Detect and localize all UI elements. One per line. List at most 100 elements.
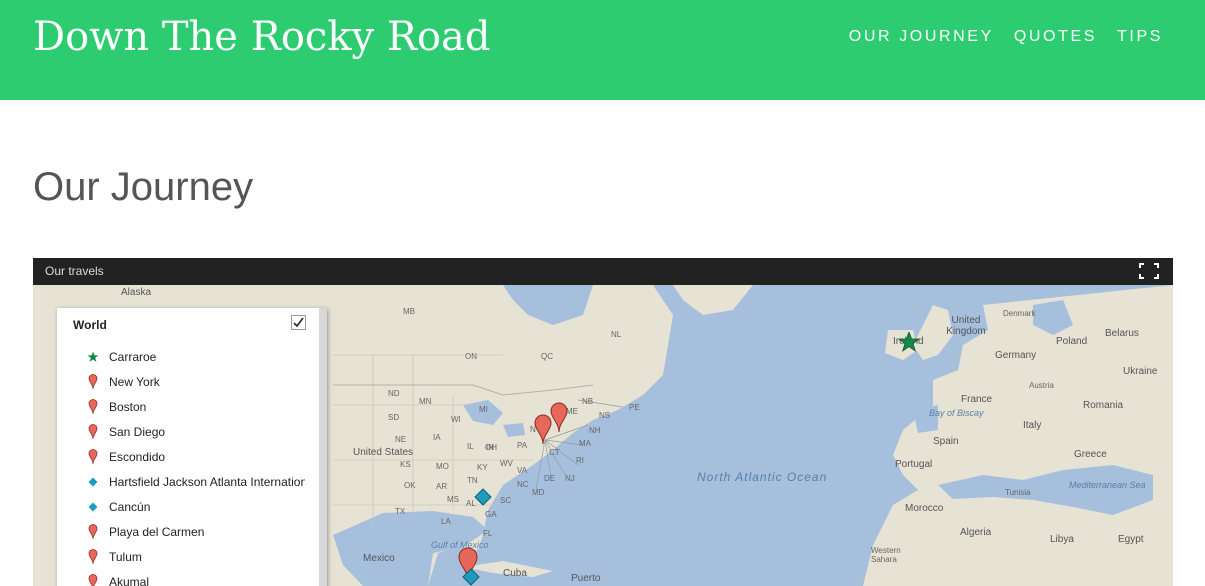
map-label-ukraine: Ukraine [1123,366,1158,377]
map-title-bar: Our travels [33,258,1173,285]
map-label-nd: ND [388,389,400,398]
map-label-mb: MB [403,307,415,316]
pin-icon [85,573,101,586]
map-label-oh: OH [485,443,497,452]
legend-item-playa-del-carmen[interactable]: Playa del Carmen [85,519,305,544]
map-title: Our travels [45,264,104,278]
legend-item-carraroe[interactable]: Carraroe [85,344,305,369]
map-label-tx: TX [395,507,406,516]
fullscreen-icon[interactable] [1139,263,1159,279]
map-label-western-sahara: Western Sahara [871,546,901,564]
map-label-algeria: Algeria [960,527,992,538]
map-label-nb: NB [582,397,594,406]
map-label-ri: RI [576,456,584,465]
map-label-tn: TN [467,476,478,485]
map-label-sd: SD [388,413,400,422]
map-label-libya: Libya [1050,534,1074,545]
map-label-austria: Austria [1029,381,1054,390]
legend-item-escondido[interactable]: Escondido [85,444,305,469]
nav-quotes[interactable]: QUOTES [1014,28,1097,46]
legend-item-label: New York [109,374,160,389]
legend-item-cancun[interactable]: Cancún [85,494,305,519]
map-label-greece: Greece [1074,449,1107,460]
legend-item-label: Hartsfield Jackson Atlanta International… [109,474,305,489]
map-label-alaska: Alaska [121,287,152,298]
pin-icon [85,548,101,566]
map-label-mi: MI [479,405,488,414]
legend-item-new-york[interactable]: New York [85,369,305,394]
legend-scrollbar[interactable] [319,308,327,586]
map-label-il: IL [467,442,474,451]
map-label-nj: NJ [565,474,575,483]
map-label-sc: SC [500,496,512,505]
map-label-germany: Germany [995,350,1037,361]
nav-our-journey[interactable]: OUR JOURNEY [849,28,994,46]
map-label-portugal: Portugal [895,459,933,470]
map-label-on: ON [465,352,477,361]
map-label-ks: KS [400,460,411,469]
diamond-icon [85,498,101,516]
map-label-de: DE [544,474,556,483]
map-label-cuba: Cuba [503,568,527,579]
map-label-ky: KY [477,463,488,472]
page-title: Our Journey [33,165,254,209]
legend-title: World [73,318,107,332]
map-label-qc: QC [541,352,553,361]
pin-icon [85,398,101,416]
map-label-ns: NS [599,411,611,420]
legend-item-label: Carraroe [109,349,157,364]
map-label-ga: GA [485,510,497,519]
carraroe-star-marker[interactable] [898,332,920,352]
map-label-bay-of-biscay: Bay of Biscay [929,408,984,418]
map-label-wv: WV [500,459,513,468]
pin-icon [85,423,101,441]
map-label-morocco: Morocco [905,503,944,514]
map-label-denmark: Denmark [1003,309,1036,318]
legend-item-akumal[interactable]: Akumal [85,569,305,586]
map-label-mediterranean: Mediterranean Sea [1069,480,1146,490]
star-icon [85,348,101,366]
map-legend-panel: World Carraroe New York Boston San Diego… [57,308,327,586]
map-label-italy: Italy [1023,420,1042,431]
site-header: Down The Rocky Road OUR JOURNEY QUOTES T… [0,0,1205,100]
pin-icon [85,373,101,391]
map-label-nl: NL [611,330,622,339]
map-label-united-kingdom: United Kingdom [946,315,986,337]
map-label-la: LA [441,517,451,526]
diamond-icon [85,473,101,491]
site-title[interactable]: Down The Rocky Road [33,14,491,60]
nav-tips[interactable]: TIPS [1117,28,1163,46]
map-label-romania: Romania [1083,400,1124,411]
atlanta-diamond-marker[interactable] [474,488,492,506]
map-label-nc: NC [517,480,529,489]
legend-list: Carraroe New York Boston San Diego Escon… [85,344,305,586]
map-label-md: MD [532,488,545,497]
map-label-mn: MN [419,397,432,406]
map-label-ar: AR [436,482,448,491]
map-label-ne: NE [395,435,407,444]
map-label-ma: MA [579,439,591,448]
map-label-ms: MS [447,495,459,504]
map-label-mo: MO [436,462,449,471]
legend-item-label: Cancún [109,499,151,514]
boston-pin-marker[interactable] [549,401,569,433]
checkmark-icon [293,317,304,328]
map-label-pe: PE [629,403,640,412]
map-view[interactable]: Alaska MB ON QC NL NB PE NS ND MN SD WI … [33,285,1173,586]
map-label-tunisia: Tunisia [1005,488,1031,497]
map-label-va: VA [517,466,528,475]
legend-item-san-diego[interactable]: San Diego [85,419,305,444]
map-label-puerto: Puerto [571,573,601,584]
legend-item-label: Tulum [109,549,142,564]
cancun-diamond-marker[interactable] [462,568,480,586]
map-label-france: France [961,394,993,405]
map-label-mexico: Mexico [363,553,395,564]
map-label-spain: Spain [933,436,959,447]
legend-item-boston[interactable]: Boston [85,394,305,419]
legend-checkbox[interactable] [291,315,306,330]
legend-item-tulum[interactable]: Tulum [85,544,305,569]
legend-item-label: Playa del Carmen [109,524,205,539]
legend-item-atlanta-airport[interactable]: Hartsfield Jackson Atlanta International… [85,469,305,494]
legend-item-label: Akumal [109,574,150,586]
map-label-united-states: United States [353,447,414,458]
